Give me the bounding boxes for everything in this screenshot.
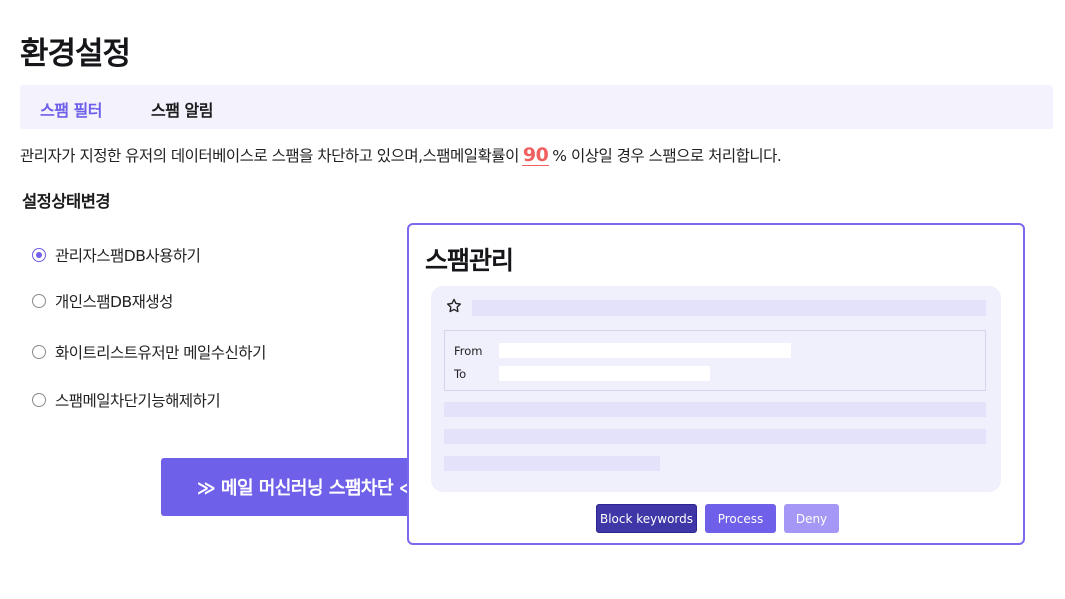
body-placeholder-line <box>444 429 986 444</box>
to-label: To <box>454 367 467 381</box>
radio-personal-spam-db[interactable]: 개인스팸DB재생성 <box>32 290 173 312</box>
radio-button-icon[interactable] <box>32 345 46 359</box>
tab-spam-alert[interactable]: 스팸 알림 <box>151 97 213 121</box>
description-after: % 이상일 경우 스팸으로 처리합니다. <box>552 147 782 165</box>
radio-whitelist-only[interactable]: 화이트리스트유저만 메일수신하기 <box>32 341 266 363</box>
radio-button-icon[interactable] <box>32 294 46 308</box>
radio-admin-spam-db[interactable]: 관리자스팸DB사용하기 <box>32 244 201 266</box>
settings-section-title: 설정상태변경 <box>22 192 111 211</box>
tab-spam-filter[interactable]: 스팸 필터 <box>40 97 102 121</box>
mail-headers: From To <box>444 330 986 391</box>
tab-bar: 스팸 필터 스팸 알림 <box>20 85 1053 129</box>
description-before: 관리자가 지정한 유저의 데이터베이스로 스팸을 차단하고 있으며,스팸메일확률… <box>20 147 519 165</box>
spam-panel-title: 스팸관리 <box>425 246 514 275</box>
to-field <box>499 366 710 381</box>
deny-button[interactable]: Deny <box>784 504 839 533</box>
mail-preview: From To <box>431 286 1001 492</box>
filter-description: 관리자가 지정한 유저의 데이터베이스로 스팸을 차단하고 있으며,스팸메일확률… <box>20 144 782 166</box>
body-placeholder-line <box>444 402 986 417</box>
radio-label: 스팸메일차단기능해제하기 <box>55 392 221 410</box>
body-placeholder-line <box>444 456 660 471</box>
star-icon[interactable] <box>445 297 463 315</box>
radio-button-icon[interactable] <box>32 393 46 407</box>
radio-label: 관리자스팸DB사용하기 <box>55 247 201 265</box>
radio-disable-spam-block[interactable]: 스팸메일차단기능해제하기 <box>32 389 221 411</box>
page-title: 환경설정 <box>20 36 131 72</box>
radio-label: 화이트리스트유저만 메일수신하기 <box>55 344 266 362</box>
from-field <box>499 343 791 358</box>
radio-label: 개인스팸DB재생성 <box>55 293 173 311</box>
block-keywords-button[interactable]: Block keywords <box>596 504 697 533</box>
process-button[interactable]: Process <box>705 504 776 533</box>
radio-button-icon[interactable] <box>32 248 46 262</box>
spam-probability-value[interactable]: 90 <box>521 145 550 166</box>
spam-management-panel: 스팸관리 From To Block keywords Process Deny <box>407 223 1025 545</box>
subject-placeholder <box>472 300 986 316</box>
from-label: From <box>454 344 483 358</box>
